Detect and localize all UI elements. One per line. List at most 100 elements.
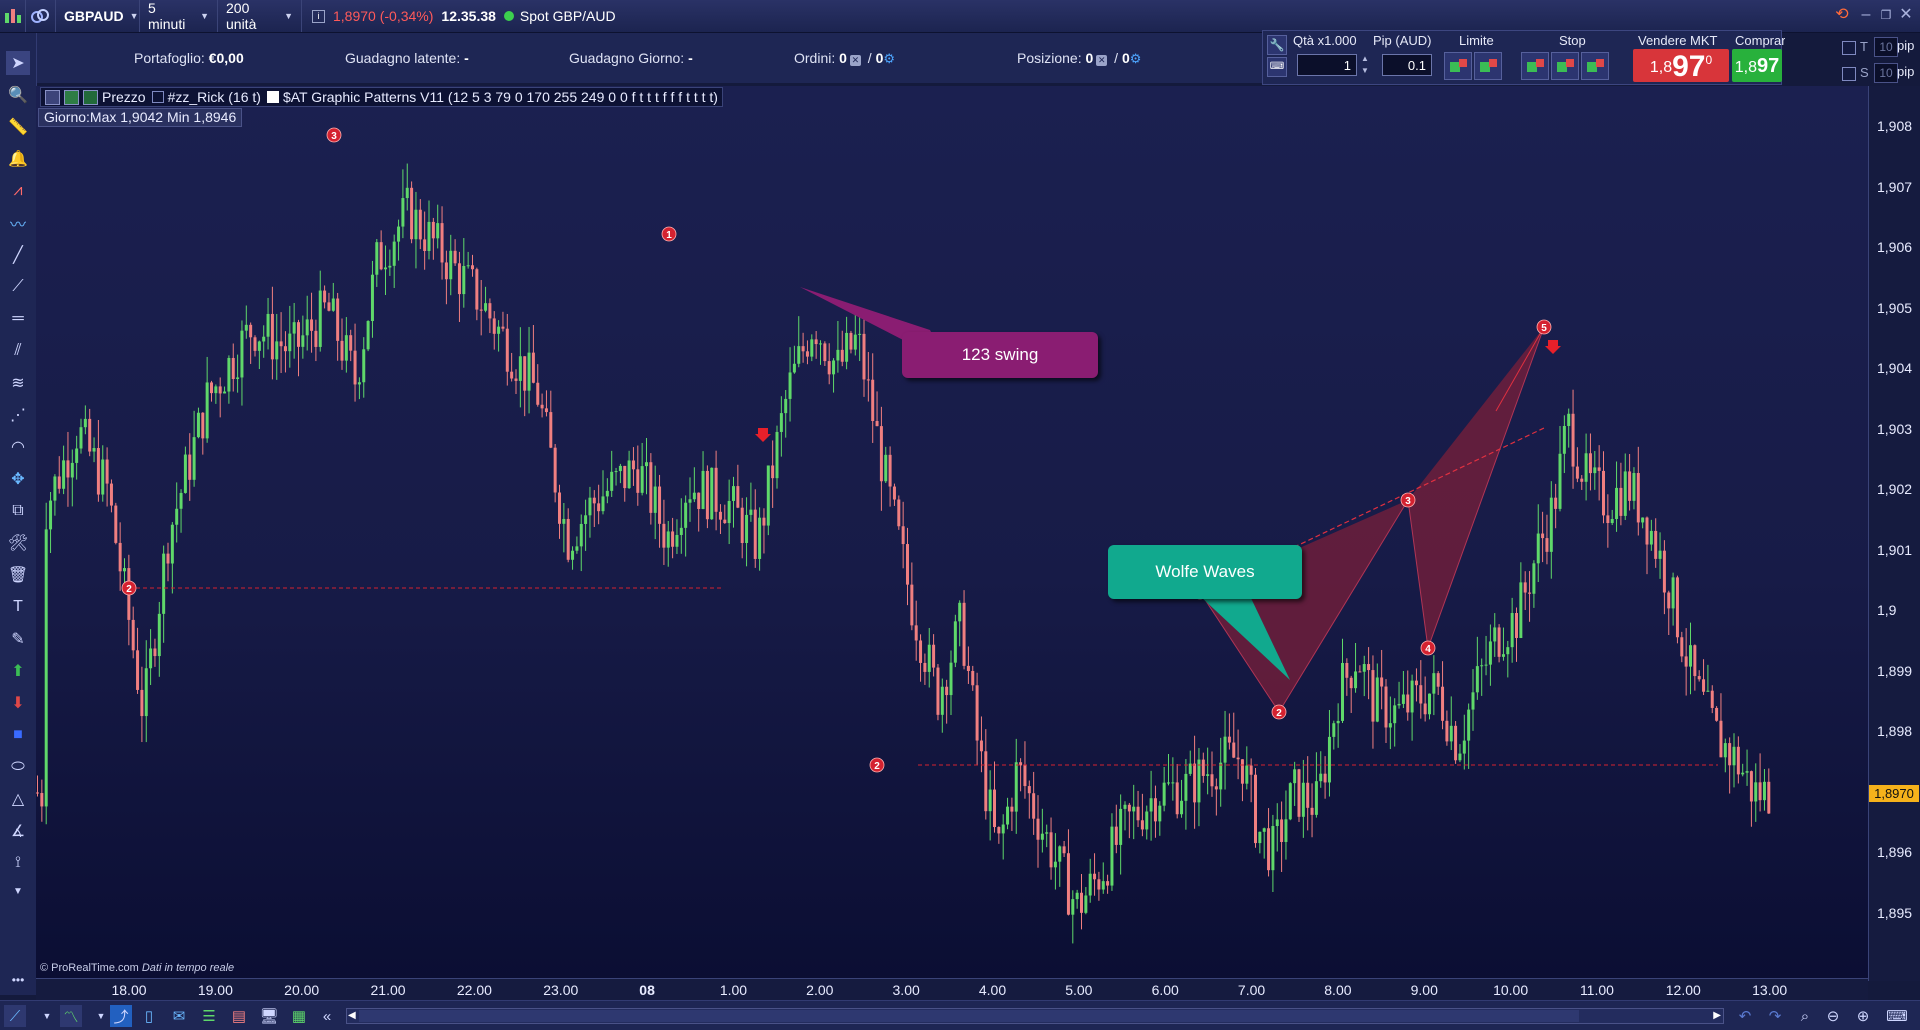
- candle-body: [1536, 533, 1540, 564]
- sell-market-button[interactable]: 1,8 97 0: [1633, 49, 1729, 82]
- copy-icon[interactable]: ⧉: [6, 499, 30, 523]
- restore-icon[interactable]: ❐: [1876, 4, 1896, 26]
- day-gain-value: -: [688, 50, 693, 66]
- info-icon[interactable]: i: [312, 9, 325, 23]
- gear-icon[interactable]: ⚙: [1130, 51, 1142, 66]
- position-summary[interactable]: Posizione: 0 ✕ / 0⚙: [1017, 50, 1141, 67]
- chat-icon[interactable]: ✉: [168, 1005, 190, 1027]
- fan-icon[interactable]: ⋰: [6, 403, 30, 427]
- trend-pattern-icon[interactable]: ⩘: [6, 179, 30, 203]
- angle-icon[interactable]: ∡: [6, 819, 30, 843]
- ellipse-icon[interactable]: ⬭: [6, 755, 30, 779]
- limit-sell-icon[interactable]: [1474, 52, 1502, 80]
- settings-icon[interactable]: [45, 89, 60, 105]
- channel-icon[interactable]: ⫽: [6, 339, 30, 363]
- expand-toolbar-icon[interactable]: ▼: [6, 879, 30, 903]
- gear-icon[interactable]: ⚙: [883, 51, 895, 66]
- symbol-selector[interactable]: GBPAUD ▼: [56, 0, 140, 32]
- buy-market-button[interactable]: 1,8 97: [1732, 49, 1782, 82]
- drawing-mode-icon[interactable]: ⟋: [4, 1005, 26, 1027]
- legend-patterns[interactable]: $AT Graphic Patterns V11 (12 5 3 79 0 17…: [283, 89, 722, 105]
- price-axis[interactable]: 1,908 1,907 1,906 1,905 1,904 1,903 1,902 1,901…: [1868, 86, 1920, 981]
- zigzag-icon[interactable]: 〰: [6, 211, 30, 235]
- candle-body: [92, 448, 96, 452]
- qty-input[interactable]: 1: [1297, 54, 1357, 76]
- scrollbar-thumb[interactable]: [359, 1010, 1579, 1022]
- candle-body: [1728, 743, 1732, 766]
- chart-type-icon[interactable]: [0, 0, 26, 32]
- cancel-orders-icon[interactable]: ✕: [849, 55, 861, 66]
- share-icon[interactable]: ⤴: [110, 1005, 132, 1027]
- monitor-icon[interactable]: 🖥: [258, 1005, 280, 1027]
- ruler-icon[interactable]: 📏: [6, 115, 30, 139]
- orders-summary[interactable]: Ordini: 0 ✕ / 0⚙: [794, 50, 895, 67]
- keyboard-icon[interactable]: ⌨: [1267, 57, 1287, 77]
- keyboard-shortcuts-icon[interactable]: ⌨: [1886, 1005, 1908, 1027]
- window-icon[interactable]: ▯: [138, 1005, 160, 1027]
- zoom-out-icon[interactable]: ⊖: [1822, 1005, 1844, 1027]
- arc-icon[interactable]: ◠: [6, 435, 30, 459]
- trash-icon[interactable]: 🗑: [6, 563, 30, 587]
- chevron-down-icon[interactable]: ▼: [90, 1005, 112, 1027]
- polyline-icon[interactable]: ⟟: [6, 851, 30, 875]
- units-selector[interactable]: 200 unità ▼: [218, 0, 302, 32]
- time-axis[interactable]: 18.00 19.00 20.00 21.00 22.00 23.00 08 1.00 2.00…: [36, 978, 1868, 1001]
- legend-price[interactable]: Prezzo: [102, 89, 146, 105]
- scroll-left-icon[interactable]: ◀: [348, 1010, 356, 1021]
- legend-zz[interactable]: #zz_Rick (16 t): [168, 89, 261, 105]
- candle-body: [1636, 473, 1640, 523]
- chart-canvas[interactable]: 321232345: [36, 86, 1868, 981]
- horizontal-scrollbar[interactable]: ◀ ▶: [346, 1008, 1724, 1024]
- candle-body: [514, 378, 518, 381]
- candles-icon[interactable]: [83, 89, 98, 105]
- link-icon[interactable]: [26, 0, 56, 32]
- timeframe-selector[interactable]: 5 minuti ▼: [140, 0, 218, 32]
- wolfe-callout[interactable]: Wolfe Waves: [1108, 545, 1302, 599]
- orders-list-icon[interactable]: ▤: [228, 1005, 250, 1027]
- ray-icon[interactable]: ⟋: [6, 275, 30, 299]
- wrench-icon[interactable]: 🔧: [1267, 35, 1287, 55]
- list-icon[interactable]: ☰: [198, 1005, 220, 1027]
- collapse-left-icon[interactable]: «: [316, 1005, 338, 1027]
- close-position-icon[interactable]: ✕: [1096, 55, 1108, 66]
- grid-icon[interactable]: ▦: [288, 1005, 310, 1027]
- refresh-icon[interactable]: ⟲: [1832, 4, 1852, 26]
- fibonacci-icon[interactable]: ≋: [6, 371, 30, 395]
- stop-buy-icon[interactable]: [1521, 52, 1549, 80]
- tools-icon[interactable]: 🛠: [6, 531, 30, 555]
- redo-icon[interactable]: ↷: [1764, 1005, 1786, 1027]
- stop-cancel-icon[interactable]: [1581, 52, 1609, 80]
- cursor-icon[interactable]: ➤: [6, 51, 30, 75]
- line-chart-icon[interactable]: 〽: [60, 1005, 82, 1027]
- move-icon[interactable]: ✥: [6, 467, 30, 491]
- take-profit-pips-input[interactable]: 10: [1874, 37, 1898, 57]
- stop-loss-checkbox[interactable]: [1842, 67, 1856, 81]
- up-arrow-icon[interactable]: ⬆: [6, 659, 30, 683]
- more-icon[interactable]: •••: [6, 968, 30, 992]
- price-chart[interactable]: 321232345: [36, 86, 1868, 981]
- undo-icon[interactable]: ↶: [1734, 1005, 1756, 1027]
- limit-buy-icon[interactable]: [1444, 52, 1472, 80]
- text-icon[interactable]: T: [6, 595, 30, 619]
- close-icon[interactable]: ✕: [1896, 4, 1916, 26]
- down-arrow-icon[interactable]: ⬇: [6, 691, 30, 715]
- minimize-icon[interactable]: –: [1856, 4, 1876, 26]
- swing-callout[interactable]: 123 swing: [902, 332, 1098, 378]
- zoom-icon[interactable]: 🔍: [6, 83, 30, 107]
- zoom-in-icon[interactable]: ⊕: [1852, 1005, 1874, 1027]
- take-profit-checkbox[interactable]: [1842, 41, 1856, 55]
- qty-stepper[interactable]: ▲ ▼: [1360, 53, 1370, 77]
- pencil-icon[interactable]: ✎: [6, 627, 30, 651]
- line-icon[interactable]: ╱: [6, 243, 30, 267]
- horizontal-line-icon[interactable]: ═: [6, 307, 30, 331]
- chevron-down-icon[interactable]: ▼: [36, 1005, 58, 1027]
- zoom-area-icon[interactable]: ⌕: [1794, 1005, 1816, 1027]
- triangle-icon[interactable]: △: [6, 787, 30, 811]
- chart-style-icon[interactable]: [64, 89, 79, 105]
- stop-sell-icon[interactable]: [1551, 52, 1579, 80]
- stop-loss-pips-input[interactable]: 10: [1874, 63, 1898, 83]
- alert-bell-icon[interactable]: 🔔: [6, 147, 30, 171]
- rectangle-icon[interactable]: ■: [6, 723, 30, 747]
- pip-input[interactable]: 0.1: [1382, 54, 1432, 76]
- scroll-right-icon[interactable]: ▶: [1713, 1010, 1721, 1021]
